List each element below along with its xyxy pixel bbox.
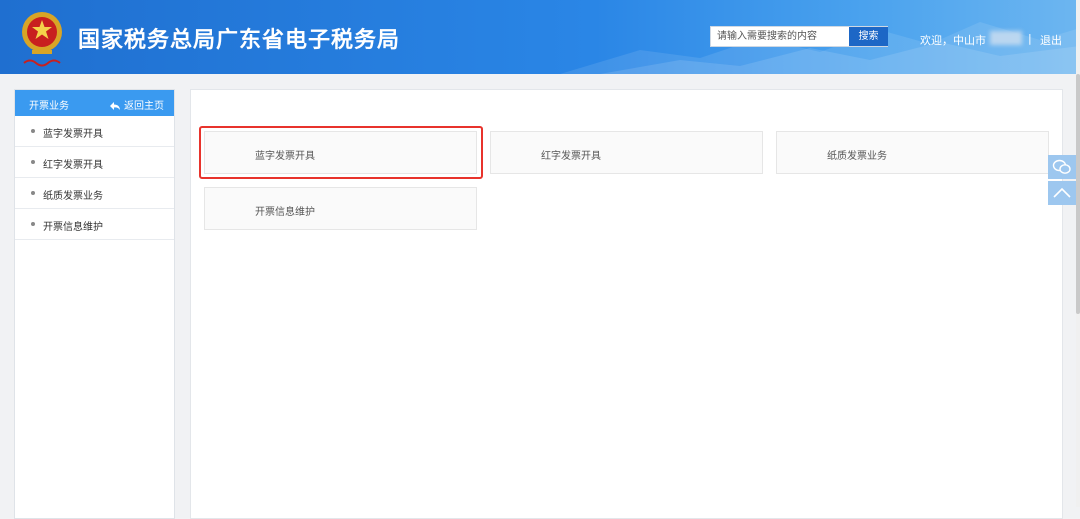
card-label: 开票信息维护: [255, 207, 315, 218]
site-title: 国家税务总局广东省电子税务局: [78, 28, 401, 53]
sidebar-title: 开票业务: [29, 101, 69, 112]
search-box: 搜索: [710, 26, 888, 47]
header-separator: |: [1028, 32, 1032, 45]
sidebar-header: 开票业务 返回主页: [15, 90, 174, 116]
national-emblem-icon: [22, 12, 62, 67]
back-arrow-icon: [110, 102, 120, 110]
welcome-text: 欢迎，中山市: [920, 34, 986, 47]
sidebar-item-label: 蓝字发票开具: [43, 129, 103, 140]
sidebar-item-invoice-info[interactable]: 开票信息维护: [15, 209, 174, 240]
card-red-invoice[interactable]: 红字发票开具: [490, 131, 763, 174]
sidebar-item-paper-invoice[interactable]: 纸质发票业务: [15, 178, 174, 209]
site-header: 国家税务总局广东省电子税务局 搜索 欢迎，中山市 | 退出: [0, 0, 1080, 74]
card-blue-invoice[interactable]: 蓝字发票开具: [204, 131, 477, 174]
sidebar-item-red-invoice[interactable]: 红字发票开具: [15, 147, 174, 178]
wechat-icon: [1052, 159, 1071, 174]
bullet-icon: [31, 129, 35, 133]
logout-link[interactable]: 退出: [1040, 32, 1062, 48]
bullet-icon: [31, 222, 35, 226]
bullet-icon: [31, 160, 35, 164]
card-label: 红字发票开具: [541, 151, 601, 162]
back-home-button[interactable]: 返回主页: [110, 97, 164, 112]
search-button[interactable]: 搜索: [849, 27, 888, 46]
sidebar-item-label: 红字发票开具: [43, 160, 103, 171]
wechat-button[interactable]: [1048, 155, 1076, 179]
bullet-icon: [31, 191, 35, 195]
card-paper-invoice[interactable]: 纸质发票业务: [776, 131, 1049, 174]
search-input[interactable]: [711, 27, 849, 46]
sidebar-item-label: 开票信息维护: [43, 222, 103, 233]
sidebar-item-label: 纸质发票业务: [43, 191, 103, 202]
scrollbar-thumb[interactable]: [1076, 74, 1080, 314]
back-to-top-button[interactable]: [1048, 181, 1076, 205]
sidebar: 开票业务 返回主页 蓝字发票开具 红字发票开具 纸质发票业务 开票信息维护: [14, 89, 175, 519]
sidebar-item-blue-invoice[interactable]: 蓝字发票开具: [15, 116, 174, 147]
redacted-username: [990, 31, 1022, 45]
back-to-top-icon: [1053, 187, 1071, 198]
back-home-label: 返回主页: [124, 101, 164, 112]
card-label: 蓝字发票开具: [255, 151, 315, 162]
card-invoice-info[interactable]: 开票信息维护: [204, 187, 477, 230]
card-label: 纸质发票业务: [827, 151, 887, 162]
